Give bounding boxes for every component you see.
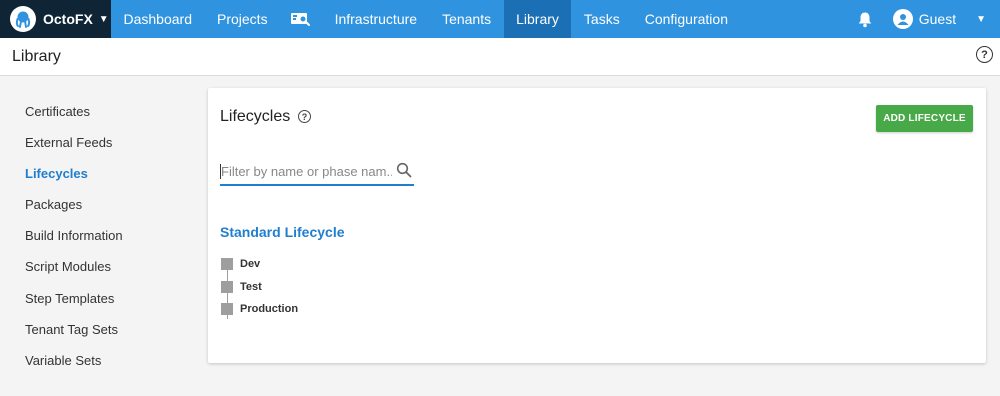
nav-tenants[interactable]: Tenants [430,0,504,38]
nav-configuration[interactable]: Configuration [632,0,740,38]
lifecycles-card: Lifecycles ? ADD LIFECYCLE Standard Life… [208,88,986,363]
sidebar-item-tenant-tag-sets[interactable]: Tenant Tag Sets [25,318,123,349]
sidebar-item-certificates[interactable]: Certificates [25,100,123,131]
sidebar-item-step-templates[interactable]: Step Templates [25,287,123,318]
help-circle-icon[interactable]: ? [976,46,993,63]
nav-projects[interactable]: Projects [205,0,281,38]
caret-down-icon: ▼ [98,13,109,25]
section-title: Lifecycles [220,108,291,125]
phase-list: Dev Test Production [221,253,298,321]
page-header: Library ? [0,38,1000,76]
top-navigation: OctoFX ▼ Dashboard Projects Infrastructu… [0,0,1000,38]
lifecycle-link[interactable]: Standard Lifecycle [220,224,345,240]
add-lifecycle-button[interactable]: ADD LIFECYCLE [876,105,973,132]
sidebar-item-lifecycles[interactable]: Lifecycles [25,162,123,193]
sidebar-item-build-information[interactable]: Build Information [25,224,123,255]
caret-down-icon: ▼ [976,13,986,25]
phase-square-icon [221,303,233,316]
nav-library[interactable]: Library [503,0,572,38]
filter-input[interactable] [220,160,392,182]
sidebar-item-variable-sets[interactable]: Variable Sets [25,349,123,380]
phase-item: Production [221,298,298,321]
help-circle-icon[interactable]: ? [298,110,311,123]
phase-item: Test [221,276,298,299]
nav-tasks[interactable]: Tasks [571,0,632,38]
sidebar-item-external-feeds[interactable]: External Feeds [25,131,123,162]
page-title: Library [12,48,61,65]
phase-label: Dev [240,258,261,271]
phase-label: Production [240,303,299,316]
user-name: Guest [918,11,957,27]
search-monitor-icon[interactable] [280,0,322,38]
search-icon [396,162,412,178]
user-icon [892,9,913,29]
filter-field [220,160,414,186]
space-switcher[interactable]: OctoFX ▼ [0,0,111,38]
text-cursor [220,164,221,179]
sidebar-item-script-modules[interactable]: Script Modules [25,255,123,286]
phase-square-icon [221,280,233,293]
sidebar-item-packages[interactable]: Packages [25,193,123,224]
phase-square-icon [221,258,233,271]
nav-infrastructure[interactable]: Infrastructure [322,0,429,38]
phase-item: Dev [221,253,298,276]
octopus-logo-icon [10,6,36,32]
nav-dashboard[interactable]: Dashboard [111,0,205,38]
bell-icon[interactable] [845,0,885,38]
phase-label: Test [240,280,262,293]
library-sidebar: Certificates External Feeds Lifecycles P… [25,100,123,380]
user-menu[interactable]: Guest ▼ [885,0,994,38]
space-name: OctoFX [43,11,93,27]
